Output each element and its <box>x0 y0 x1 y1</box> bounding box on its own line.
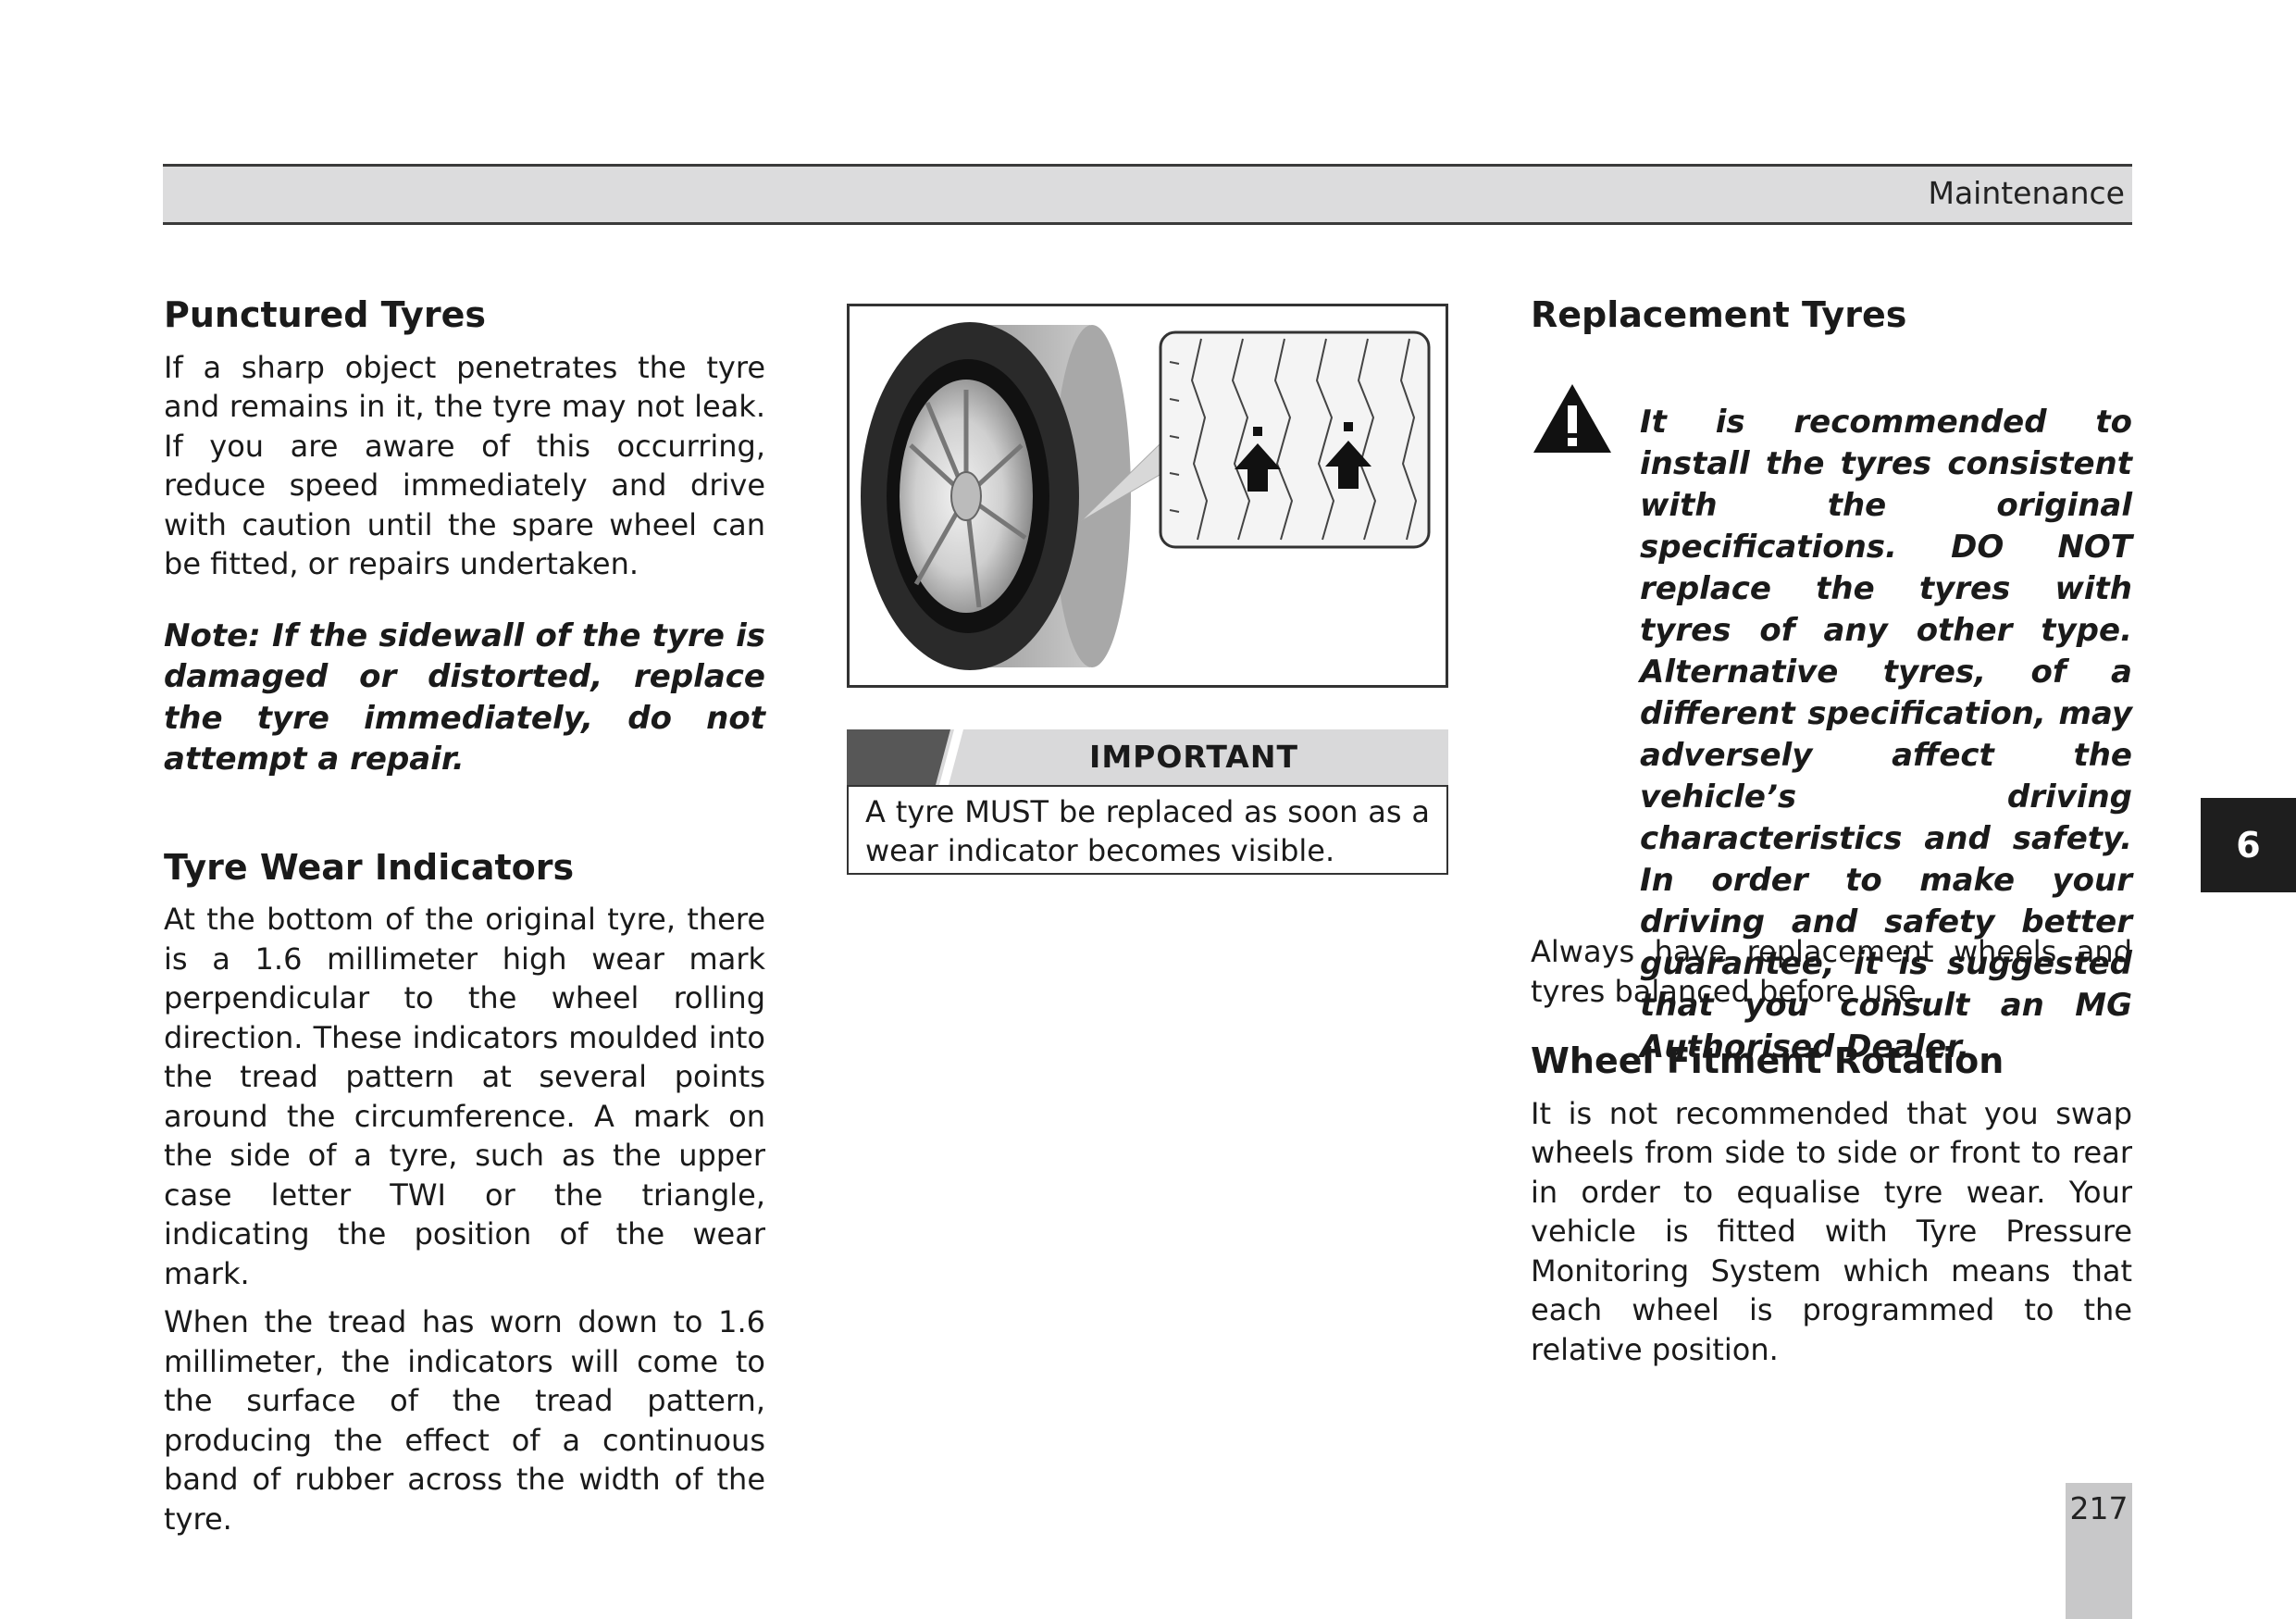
warning-triangle-icon <box>1533 384 1611 453</box>
tyre-wear-figure <box>847 304 1448 688</box>
punctured-tyres-note: Note: If the sidewall of the tyre is dam… <box>164 616 765 778</box>
tyre-wear-text-1: At the bottom of the original tyre, ther… <box>164 902 765 1291</box>
important-box: IMPORTANT A tyre MUST be replaced as soo… <box>847 729 1448 875</box>
replacement-tyres-text: Always have replacement wheels and tyres… <box>1531 934 2132 1009</box>
left-column: Punctured Tyres If a sharp object penetr… <box>164 294 765 1538</box>
section-header-band: Maintenance <box>163 164 2132 225</box>
important-text: A tyre MUST be replaced as soon as a wea… <box>865 794 1430 868</box>
wheel-fitment-rotation-text: It is not recommended that you swap whee… <box>1531 1095 2132 1367</box>
page-number-band: 217 <box>2066 1483 2132 1619</box>
important-label: IMPORTANT <box>1089 739 1298 775</box>
section-title: Maintenance <box>1928 175 2125 211</box>
page-number: 217 <box>2069 1490 2128 1526</box>
tyre-wear-indicators-heading: Tyre Wear Indicators <box>164 846 575 888</box>
important-header: IMPORTANT <box>847 729 1448 785</box>
punctured-tyres-text: If a sharp object penetrates the tyre an… <box>164 349 765 582</box>
tyre-wear-text-2: When the tread has worn down to 1.6 mill… <box>164 1304 765 1537</box>
tyre-illustration <box>861 322 1431 670</box>
replacement-tyres-heading: Replacement Tyres <box>1531 294 1907 335</box>
wear-marker-2 <box>1344 422 1353 431</box>
right-column: Replacement Tyres <box>1531 294 2132 337</box>
wheel-fitment-rotation-heading: Wheel Fitment Rotation <box>1531 1040 2004 1081</box>
right-column-lower: Always have replacement wheels and tyres… <box>1531 932 2132 1369</box>
wear-marker-1 <box>1253 427 1262 436</box>
important-body: A tyre MUST be replaced as soon as a wea… <box>847 785 1448 875</box>
punctured-tyres-heading: Punctured Tyres <box>164 294 486 335</box>
chapter-tab: 6 <box>2201 798 2296 892</box>
